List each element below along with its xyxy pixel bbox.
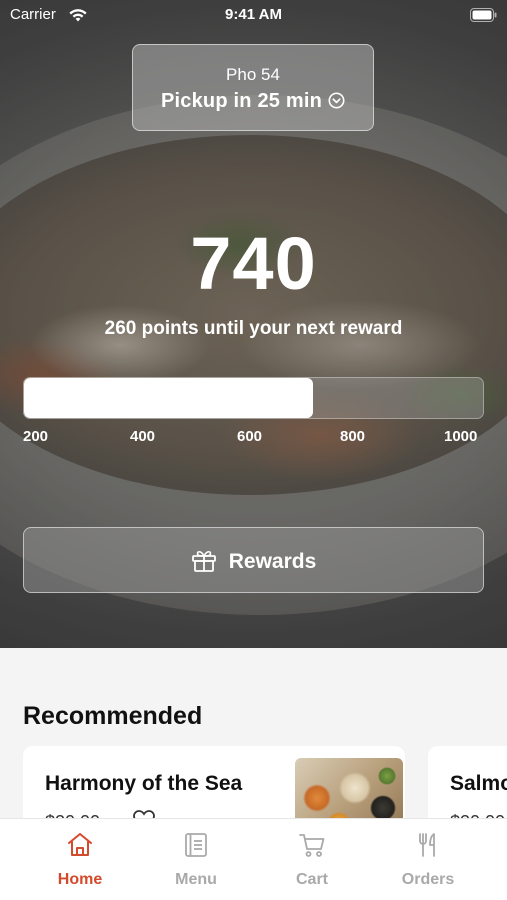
pickup-time-label: Pickup in 25 min bbox=[160, 90, 323, 112]
gift-icon bbox=[191, 550, 216, 572]
fork-knife-icon bbox=[419, 833, 435, 857]
tick-label: 600 bbox=[237, 428, 263, 445]
tab-orders[interactable]: Orders bbox=[370, 819, 486, 900]
tab-cart-label: Cart bbox=[295, 871, 328, 888]
tab-menu-label: Menu bbox=[175, 871, 217, 888]
tick-label: 200 bbox=[23, 428, 49, 445]
progress-tick-labels: 200 400 600 800 1000 bbox=[23, 428, 484, 448]
item-name: Harmony of the Sea bbox=[45, 772, 243, 795]
tab-orders-label: Orders bbox=[401, 871, 455, 888]
tick-label: 400 bbox=[130, 428, 156, 445]
item-name: Salmon bbox=[450, 772, 507, 795]
clock-time: 9:41 AM bbox=[225, 6, 282, 23]
rewards-button[interactable]: Rewards bbox=[23, 527, 484, 593]
rewards-progress-fill bbox=[24, 378, 314, 418]
menu-icon bbox=[185, 833, 207, 857]
status-bar: Carrier 9:41 AM bbox=[0, 0, 507, 32]
home-icon bbox=[68, 833, 92, 856]
bottom-tab-bar: Home Menu Cart Orders bbox=[0, 818, 507, 900]
tab-home[interactable]: Home bbox=[22, 819, 138, 900]
points-until-reward-text: 260 points until your next reward bbox=[104, 318, 403, 339]
chevron-down-circle-icon bbox=[328, 92, 345, 109]
app-screen: Carrier 9:41 AM Pho 54 Pickup in 25 min … bbox=[0, 0, 507, 900]
points-balance: 740 bbox=[190, 222, 317, 305]
battery-icon bbox=[470, 8, 497, 22]
cart-icon bbox=[299, 834, 325, 857]
tab-home-label: Home bbox=[57, 871, 103, 888]
tick-label: 1000 bbox=[444, 428, 478, 445]
recommended-heading: Recommended bbox=[23, 702, 203, 730]
tick-label: 800 bbox=[340, 428, 366, 445]
tab-cart[interactable]: Cart bbox=[254, 819, 370, 900]
rewards-button-label: Rewards bbox=[228, 550, 317, 573]
store-name: Pho 54 bbox=[226, 65, 280, 84]
tab-menu[interactable]: Menu bbox=[138, 819, 254, 900]
rewards-progress-bar bbox=[23, 377, 484, 419]
store-selector-button[interactable]: Pho 54 Pickup in 25 min bbox=[132, 44, 374, 131]
